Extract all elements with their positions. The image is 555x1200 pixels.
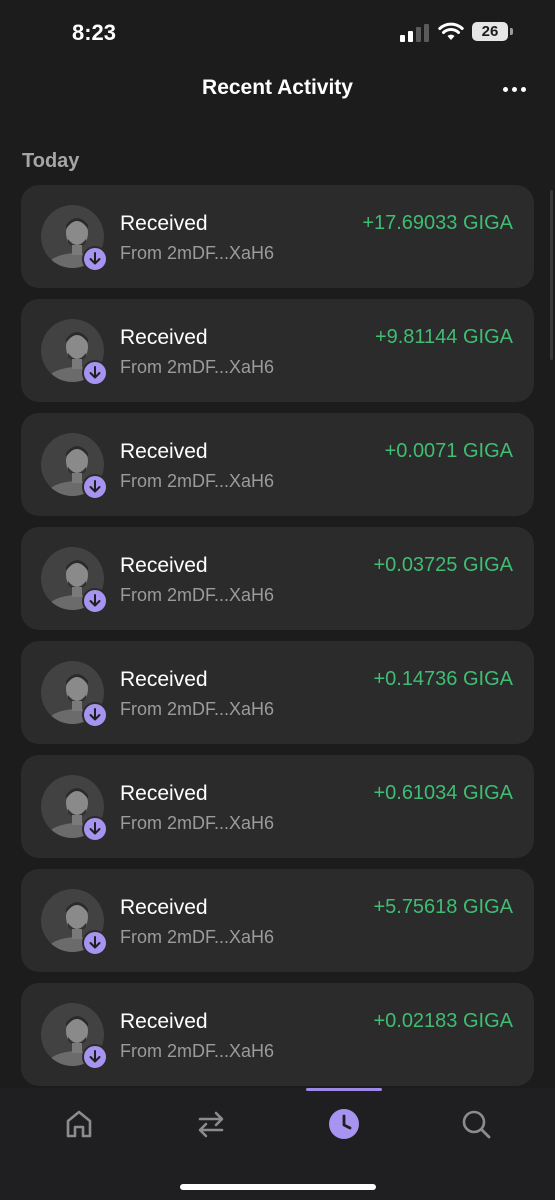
activity-title: Received (120, 554, 208, 577)
receive-arrow-icon (82, 474, 108, 500)
activity-sender: From 2mDF...XaH6 (120, 243, 275, 263)
activity-sender: From 2mDF...XaH6 (120, 699, 275, 719)
nav-search[interactable] (458, 1106, 494, 1142)
section-label-today: Today (22, 150, 80, 172)
receive-arrow-icon (82, 588, 108, 614)
activity-amount: +0.03725 GIGA (373, 554, 513, 576)
activity-row[interactable]: Received From 2mDF...XaH6 +9.81144 GIGA (21, 299, 534, 402)
activity-title: Received (120, 440, 208, 463)
bottom-nav (0, 1088, 555, 1200)
activity-amount: +0.02183 GIGA (373, 1010, 513, 1032)
receive-arrow-icon (82, 816, 108, 842)
cellular-signal-icon (400, 24, 430, 42)
activity-title: Received (120, 1010, 208, 1033)
activity-amount: +5.75618 GIGA (373, 896, 513, 918)
status-bar: 8:23 26 (0, 0, 555, 64)
home-icon (66, 1110, 92, 1138)
receive-arrow-icon (82, 360, 108, 386)
activity-row[interactable]: Received From 2mDF...XaH6 +0.61034 GIGA (21, 755, 534, 858)
receive-arrow-icon (82, 702, 108, 728)
more-options-button[interactable] (501, 80, 529, 100)
activity-amount: +0.0071 GIGA (384, 440, 513, 462)
nav-activity[interactable] (326, 1106, 362, 1142)
activity-row[interactable]: Received From 2mDF...XaH6 +0.0071 GIGA (21, 413, 534, 516)
activity-row[interactable]: Received From 2mDF...XaH6 +17.69033 GIGA (21, 185, 534, 288)
battery-level: 26 (481, 23, 499, 40)
battery-icon: 26 (472, 22, 513, 41)
receive-arrow-icon (82, 930, 108, 956)
activity-title: Received (120, 782, 208, 805)
activity-title: Received (120, 326, 208, 349)
activity-sender: From 2mDF...XaH6 (120, 813, 275, 833)
activity-sender: From 2mDF...XaH6 (120, 927, 275, 947)
status-time: 8:23 (72, 20, 117, 45)
search-icon (462, 1110, 491, 1139)
receive-arrow-icon (82, 1044, 108, 1070)
active-tab-indicator (306, 1088, 382, 1091)
activity-amount: +0.14736 GIGA (373, 668, 513, 690)
activity-amount: +0.61034 GIGA (373, 782, 513, 804)
page-title: Recent Activity (202, 76, 353, 99)
home-indicator[interactable] (180, 1184, 376, 1190)
activity-sender: From 2mDF...XaH6 (120, 1041, 275, 1061)
activity-title: Received (120, 668, 208, 691)
activity-amount: +17.69033 GIGA (362, 212, 513, 234)
nav-swap[interactable] (193, 1106, 229, 1142)
activity-row[interactable]: Received From 2mDF...XaH6 +0.02183 GIGA (21, 983, 534, 1086)
activity-row[interactable]: Received From 2mDF...XaH6 +5.75618 GIGA (21, 869, 534, 972)
activity-row[interactable]: Received From 2mDF...XaH6 +0.14736 GIGA (21, 641, 534, 744)
scrollbar[interactable] (550, 190, 553, 360)
swap-icon (198, 1111, 224, 1138)
nav-home[interactable] (61, 1106, 97, 1142)
activity-list: Received From 2mDF...XaH6 +17.69033 GIGA… (21, 185, 534, 1097)
wifi-icon (438, 22, 464, 40)
activity-title: Received (120, 212, 208, 235)
activity-title: Received (120, 896, 208, 919)
activity-sender: From 2mDF...XaH6 (120, 585, 275, 605)
receive-arrow-icon (82, 246, 108, 272)
activity-sender: From 2mDF...XaH6 (120, 357, 275, 377)
activity-sender: From 2mDF...XaH6 (120, 471, 275, 491)
clock-icon (329, 1109, 359, 1139)
activity-amount: +9.81144 GIGA (374, 326, 513, 348)
activity-row[interactable]: Received From 2mDF...XaH6 +0.03725 GIGA (21, 527, 534, 630)
